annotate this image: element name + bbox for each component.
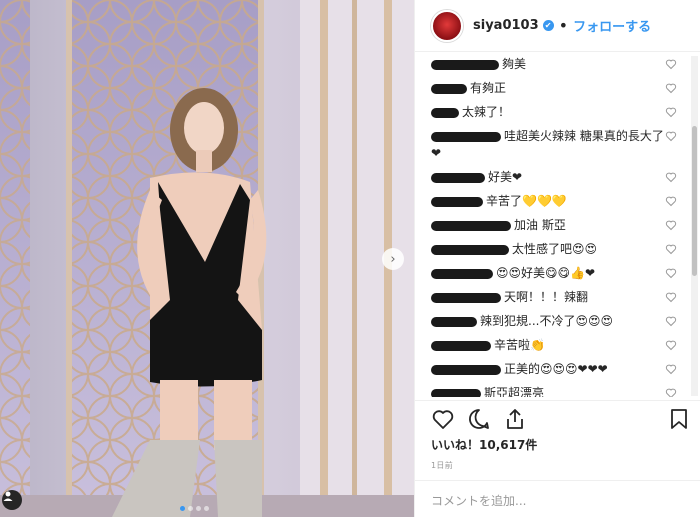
comment-icon[interactable] [467,407,491,431]
follow-button[interactable]: フォローする [573,16,651,35]
post-header: siya0103 ✔ • フォローする [415,0,700,52]
comment-like-heart-icon[interactable] [665,58,677,70]
comment-like-heart-icon[interactable] [665,195,677,207]
comment-item: 正美的😍😍😍❤❤❤ [415,357,700,381]
commenter-name-redacted[interactable] [431,388,481,397]
comment-item: 斯亞超漂亮 [415,381,700,397]
comment-text: 😍😍好美😋😋👍❤ [496,266,596,280]
bookmark-icon[interactable] [667,407,691,431]
comment-like-heart-icon[interactable] [665,82,677,94]
comment-like-heart-icon[interactable] [665,315,677,327]
next-photo-button[interactable]: › [382,248,404,270]
commenter-name-redacted[interactable] [431,107,459,118]
comment-like-heart-icon[interactable] [665,106,677,118]
commenter-name-redacted[interactable] [431,220,511,231]
comment-text: 辛苦啦👏 [494,338,545,352]
comment-item: 加油 斯亞 [415,213,700,237]
carousel-dot [180,506,185,511]
post-image [0,0,414,517]
comment-text: 太辣了！ [462,105,511,119]
comment-text: 加油 斯亞 [514,218,566,232]
comment-like-heart-icon[interactable] [665,243,677,255]
post-sidebar: siya0103 ✔ • フォローする 夠美有夠正太辣了！ 哇超美火辣辣 糖果真的… [414,0,700,517]
post-timestamp[interactable]: 1日前 [431,460,453,471]
commenter-name-redacted[interactable] [431,59,499,70]
username-link[interactable]: siya0103 [473,18,539,33]
comment-item: 哇超美火辣辣 糖果真的長大了❤ [415,124,700,165]
comment-like-heart-icon[interactable] [665,219,677,231]
comment-like-heart-icon[interactable] [665,291,677,303]
commenter-name-redacted[interactable] [431,364,501,375]
comment-like-heart-icon[interactable] [665,363,677,375]
user-tag-button[interactable] [2,490,22,510]
comment-item: 辣到犯規...不冷了😍😍😍 [415,309,700,333]
avatar[interactable] [431,9,463,42]
comment-text: 有夠正 [470,81,507,95]
comment-item: 有夠正 [415,76,700,100]
commenter-name-redacted[interactable] [431,316,477,327]
like-count[interactable]: いいね！10,617件 [431,436,537,453]
commenter-name-redacted[interactable] [431,340,491,351]
carousel-indicator [180,506,209,511]
comment-text: 辣到犯規...不冷了😍😍😍 [480,314,613,328]
comment-text: 斯亞超漂亮 [484,386,545,397]
comment-item: 😍😍好美😋😋👍❤ [415,261,700,285]
carousel-dot [196,506,201,511]
comment-text: 太性感了吧😍😍 [512,242,598,256]
verified-badge-icon: ✔ [542,20,554,31]
comment-item: 太性感了吧😍😍 [415,237,700,261]
commenter-name-redacted[interactable] [431,196,483,207]
carousel-dot [204,506,209,511]
scrollbar-thumb[interactable] [692,126,697,276]
comment-like-heart-icon[interactable] [665,130,677,142]
commenter-name-redacted[interactable] [431,268,493,279]
comment-text: 夠美 [502,57,527,71]
comment-like-heart-icon[interactable] [665,267,677,279]
post-photo[interactable]: › [0,0,414,517]
comment-item: 辛苦啦👏 [415,333,700,357]
comment-item: 辛苦了💛💛💛 [415,189,700,213]
comment-like-heart-icon[interactable] [665,387,677,397]
comment-item: 好美❤ [415,165,700,189]
comment-text: 天啊！！！辣翻 [504,290,589,304]
comment-text: 辛苦了💛💛💛 [486,194,567,208]
action-bar [415,400,700,436]
separator: • [558,16,569,35]
comment-text: 好美❤ [488,170,523,184]
comment-text: 正美的😍😍😍❤❤❤ [504,362,608,376]
comment-list[interactable]: 夠美有夠正太辣了！ 哇超美火辣辣 糖果真的長大了❤ 好美❤ 辛苦了💛💛💛 加油 斯亞太性… [415,52,700,397]
carousel-dot [188,506,193,511]
commenter-name-redacted[interactable] [431,244,509,255]
comment-input[interactable]: コメントを追加... [415,480,700,517]
commenter-name-redacted[interactable] [431,83,467,94]
chevron-right-icon: › [390,251,396,267]
comment-item: 太辣了！ [415,100,700,124]
heart-icon[interactable] [431,407,455,431]
comment-scrollbar[interactable] [691,56,698,396]
comment-like-heart-icon[interactable] [665,171,677,183]
user-tag-icon [3,491,13,501]
commenter-name-redacted[interactable] [431,131,501,142]
comment-item: 夠美 [415,52,700,76]
commenter-name-redacted[interactable] [431,292,501,303]
comment-like-heart-icon[interactable] [665,339,677,351]
commenter-name-redacted[interactable] [431,172,485,183]
share-icon[interactable] [503,407,527,431]
comment-item: 天啊！！！辣翻 [415,285,700,309]
